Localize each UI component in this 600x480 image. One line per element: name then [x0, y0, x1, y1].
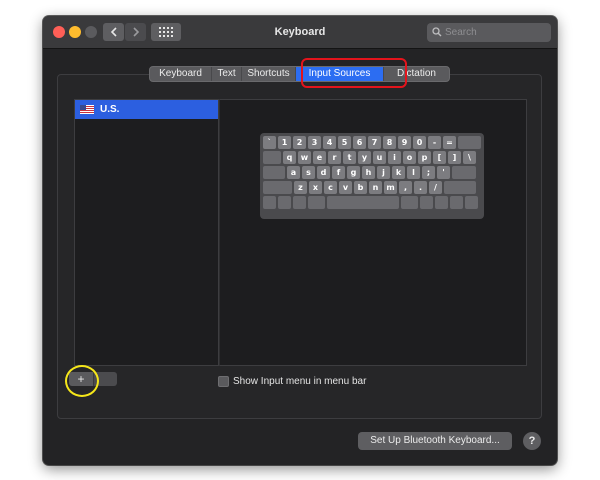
- key: 8: [383, 136, 396, 149]
- search-icon: [432, 27, 442, 37]
- key: n: [369, 181, 382, 194]
- key: v: [339, 181, 352, 194]
- key: 3: [308, 136, 321, 149]
- input-sources-list[interactable]: U.S.: [74, 99, 219, 366]
- key-space: [327, 196, 399, 209]
- key: 6: [353, 136, 366, 149]
- key: 1: [278, 136, 291, 149]
- key: a: [287, 166, 300, 179]
- key-caps-lock: [263, 166, 285, 179]
- chevron-right-icon: [132, 27, 139, 37]
- key-arrow-right: [465, 196, 478, 209]
- list-item-us[interactable]: U.S.: [75, 100, 218, 119]
- key-tab: [263, 151, 281, 164]
- key: ': [437, 166, 450, 179]
- key-shift-right: [444, 181, 476, 194]
- help-button[interactable]: ?: [523, 432, 541, 450]
- tab-shortcuts[interactable]: Shortcuts: [242, 67, 296, 81]
- key: 2: [293, 136, 306, 149]
- key: .: [414, 181, 427, 194]
- key: x: [309, 181, 322, 194]
- key: z: [294, 181, 307, 194]
- show-input-menu-checkbox[interactable]: [218, 375, 229, 387]
- keyboard-row-2: q w e r t y u i o p [ ] \: [263, 151, 481, 164]
- forward-button[interactable]: [125, 23, 146, 41]
- close-window-button[interactable]: [53, 26, 65, 38]
- key: -: [428, 136, 441, 149]
- key: [: [433, 151, 446, 164]
- key: /: [429, 181, 442, 194]
- zoom-window-button[interactable]: [85, 26, 97, 38]
- key-delete: [458, 136, 481, 149]
- key-fn: [263, 196, 276, 209]
- key: o: [403, 151, 416, 164]
- search-input[interactable]: [445, 23, 545, 42]
- chevron-left-icon: [110, 27, 117, 37]
- show-input-menu-label: Show Input menu in menu bar: [233, 375, 367, 387]
- add-button-highlight-annotation: [65, 365, 99, 397]
- key: 9: [398, 136, 411, 149]
- key: 5: [338, 136, 351, 149]
- show-input-menu-option[interactable]: Show Input menu in menu bar: [218, 374, 366, 388]
- minimize-window-button[interactable]: [69, 26, 81, 38]
- key: i: [388, 151, 401, 164]
- key: g: [347, 166, 360, 179]
- keyboard-row-5: [263, 196, 481, 209]
- us-flag-icon: [80, 105, 94, 114]
- show-all-button[interactable]: [151, 23, 181, 41]
- key: q: [283, 151, 296, 164]
- key: \: [463, 151, 476, 164]
- key: e: [313, 151, 326, 164]
- keyboard-row-1: ` 1 2 3 4 5 6 7 8 9 0 - =: [263, 136, 481, 149]
- key: 0: [413, 136, 426, 149]
- key-command-right: [401, 196, 418, 209]
- key: y: [358, 151, 371, 164]
- key: 7: [368, 136, 381, 149]
- key-shift-left: [263, 181, 292, 194]
- key: ]: [448, 151, 461, 164]
- keyboard-row-4: z x c v b n m , . /: [263, 181, 481, 194]
- key: r: [328, 151, 341, 164]
- key: =: [443, 136, 456, 149]
- key: h: [362, 166, 375, 179]
- key: l: [407, 166, 420, 179]
- key-return: [452, 166, 476, 179]
- key-command-left: [308, 196, 325, 209]
- key: k: [392, 166, 405, 179]
- tab-text[interactable]: Text: [212, 67, 242, 81]
- tab-keyboard[interactable]: Keyboard: [150, 67, 212, 81]
- key-option: [293, 196, 306, 209]
- key: t: [343, 151, 356, 164]
- key: c: [324, 181, 337, 194]
- back-button[interactable]: [103, 23, 124, 41]
- key: j: [377, 166, 390, 179]
- key: s: [302, 166, 315, 179]
- key: d: [317, 166, 330, 179]
- tab-highlight-annotation: [301, 58, 407, 88]
- key: 4: [323, 136, 336, 149]
- key: f: [332, 166, 345, 179]
- search-field[interactable]: [427, 23, 551, 42]
- key: b: [354, 181, 367, 194]
- key: m: [384, 181, 397, 194]
- key: u: [373, 151, 386, 164]
- setup-bluetooth-keyboard-button[interactable]: Set Up Bluetooth Keyboard...: [358, 432, 512, 450]
- list-item-label: U.S.: [100, 104, 120, 115]
- key-arrow-updown: [450, 196, 463, 209]
- key-option-right: [420, 196, 433, 209]
- key: ;: [422, 166, 435, 179]
- keyboard-preferences-window: Keyboard Keyboard Text Shortcuts Input S…: [43, 16, 557, 465]
- key-control: [278, 196, 291, 209]
- keyboard-layout-preview: ` 1 2 3 4 5 6 7 8 9 0 - = q w e r t y u …: [260, 133, 484, 219]
- key: ,: [399, 181, 412, 194]
- key: `: [263, 136, 276, 149]
- key: w: [298, 151, 311, 164]
- keyboard-row-3: a s d f g h j k l ; ': [263, 166, 481, 179]
- grid-icon: [159, 27, 173, 37]
- key-arrow-left: [435, 196, 448, 209]
- key: p: [418, 151, 431, 164]
- title-bar: Keyboard: [43, 16, 557, 49]
